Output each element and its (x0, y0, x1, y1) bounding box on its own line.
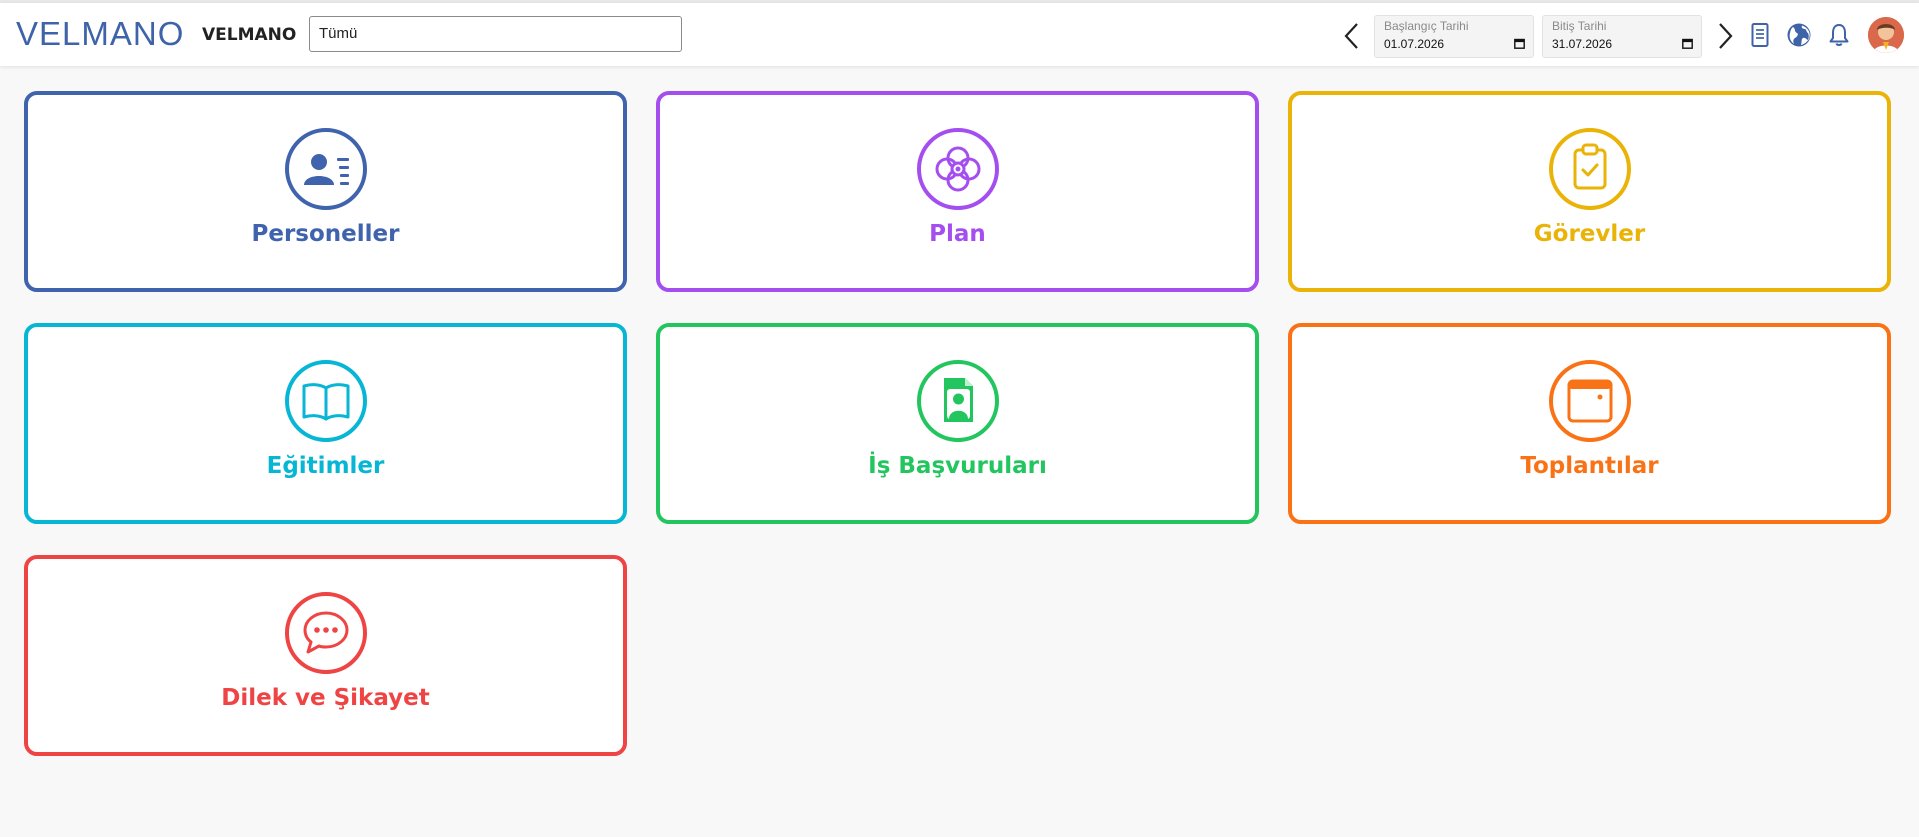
app-header: VELMANO VELMANO Tümü Başlangıç Tarihi 01… (0, 3, 1919, 66)
user-document-icon (916, 360, 999, 442)
end-date-field[interactable]: Bitiş Tarihi 31.07.2026 (1542, 15, 1702, 58)
chevron-left-icon[interactable] (1342, 21, 1362, 51)
start-date-field[interactable]: Başlangıç Tarihi 01.07.2026 (1374, 15, 1534, 58)
filter-select[interactable]: Tümü (309, 16, 682, 52)
card-label: Dilek ve Şikayet (221, 685, 430, 711)
card-plan[interactable]: Plan (656, 91, 1259, 292)
card-label: Toplantılar (1520, 453, 1659, 479)
calendar-icon[interactable] (1682, 38, 1693, 49)
brand-name: VELMANO (202, 25, 297, 45)
card-label: Görevler (1533, 221, 1646, 247)
chat-bubble-icon (284, 592, 367, 674)
globe-icon[interactable] (1785, 21, 1813, 49)
card-label: Eğitimler (266, 453, 385, 479)
document-icon[interactable] (1746, 21, 1774, 49)
window-calendar-icon (1548, 360, 1631, 442)
user-avatar[interactable] (1868, 17, 1904, 53)
calendar-icon[interactable] (1514, 38, 1525, 49)
card-egitimler[interactable]: Eğitimler (24, 323, 627, 524)
card-gorevler[interactable]: Görevler (1288, 91, 1891, 292)
start-date-value[interactable]: 01.07.2026 (1384, 36, 1444, 52)
flower-icon (916, 128, 999, 210)
card-dilek-ve-sikayet[interactable]: Dilek ve Şikayet (24, 555, 627, 756)
clipboard-check-icon (1548, 128, 1631, 210)
contact-card-icon (284, 128, 367, 210)
card-toplantilar[interactable]: Toplantılar (1288, 323, 1891, 524)
card-label: Personeller (251, 221, 400, 247)
end-date-value[interactable]: 31.07.2026 (1552, 36, 1612, 52)
card-label: Plan (929, 221, 986, 247)
start-date-label: Başlangıç Tarihi (1384, 19, 1469, 33)
bell-icon[interactable] (1825, 21, 1853, 49)
card-label: İş Başvuruları (868, 453, 1047, 479)
card-is-basvurulari[interactable]: İş Başvuruları (656, 323, 1259, 524)
open-book-icon (284, 360, 367, 442)
end-date-label: Bitiş Tarihi (1552, 19, 1607, 33)
card-personeller[interactable]: Personeller (24, 91, 627, 292)
chevron-right-icon[interactable] (1715, 21, 1735, 51)
logo[interactable]: VELMANO (16, 16, 184, 52)
